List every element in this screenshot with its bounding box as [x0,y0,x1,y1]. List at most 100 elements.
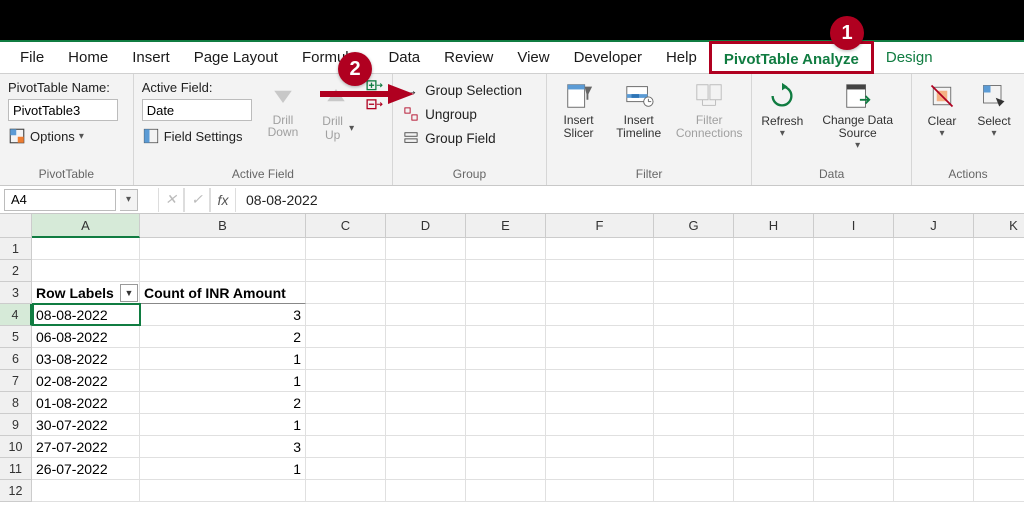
cell-G4[interactable] [654,304,734,326]
cell-A9[interactable]: 30-07-2022 [32,414,140,436]
cell-D5[interactable] [386,326,466,348]
cell-C12[interactable] [306,480,386,502]
cell-J2[interactable] [894,260,974,282]
cell-I11[interactable] [814,458,894,480]
column-header-K[interactable]: K [974,214,1024,238]
cell-D12[interactable] [386,480,466,502]
cell-F11[interactable] [546,458,654,480]
name-box-input[interactable] [4,189,116,211]
row-header-3[interactable]: 3 [0,282,32,304]
row-labels-filter-dropdown[interactable]: ▼ [120,284,138,302]
cell-H12[interactable] [734,480,814,502]
cell-F3[interactable] [546,282,654,304]
cell-I1[interactable] [814,238,894,260]
cell-C1[interactable] [306,238,386,260]
cell-A5[interactable]: 06-08-2022 [32,326,140,348]
cell-C8[interactable] [306,392,386,414]
cell-I3[interactable] [814,282,894,304]
tab-view[interactable]: View [505,42,561,73]
cell-G6[interactable] [654,348,734,370]
row-header-2[interactable]: 2 [0,260,32,282]
cell-E7[interactable] [466,370,546,392]
row-header-7[interactable]: 7 [0,370,32,392]
select-all-corner[interactable] [0,214,32,238]
column-header-B[interactable]: B [140,214,306,238]
cancel-formula-icon[interactable]: ✕ [158,188,184,212]
row-header-9[interactable]: 9 [0,414,32,436]
column-header-G[interactable]: G [654,214,734,238]
cell-K5[interactable] [974,326,1024,348]
cell-F6[interactable] [546,348,654,370]
cell-F4[interactable] [546,304,654,326]
insert-timeline-button[interactable]: Insert Timeline [610,78,667,142]
fx-icon[interactable]: fx [210,188,236,212]
cell-E12[interactable] [466,480,546,502]
cell-I6[interactable] [814,348,894,370]
row-header-11[interactable]: 11 [0,458,32,480]
cell-G5[interactable] [654,326,734,348]
cell-D2[interactable] [386,260,466,282]
column-header-I[interactable]: I [814,214,894,238]
cell-D7[interactable] [386,370,466,392]
cell-J4[interactable] [894,304,974,326]
clear-button[interactable]: Clear ▾ [920,78,964,141]
cell-A1[interactable] [32,238,140,260]
row-header-4[interactable]: 4 [0,304,32,326]
cell-A8[interactable]: 01-08-2022 [32,392,140,414]
cell-B2[interactable] [140,260,306,282]
filter-connections-button[interactable]: Filter Connections [675,78,743,142]
cell-F10[interactable] [546,436,654,458]
cell-B4[interactable]: 3 [140,304,306,326]
row-header-6[interactable]: 6 [0,348,32,370]
cell-G2[interactable] [654,260,734,282]
cell-F5[interactable] [546,326,654,348]
column-header-D[interactable]: D [386,214,466,238]
tab-design[interactable]: Design [874,42,945,73]
tab-insert[interactable]: Insert [120,42,182,73]
cell-I2[interactable] [814,260,894,282]
column-header-E[interactable]: E [466,214,546,238]
cell-E11[interactable] [466,458,546,480]
cell-G3[interactable] [654,282,734,304]
cell-D4[interactable] [386,304,466,326]
cell-H9[interactable] [734,414,814,436]
cell-J5[interactable] [894,326,974,348]
cell-A2[interactable] [32,260,140,282]
cell-J9[interactable] [894,414,974,436]
cell-G1[interactable] [654,238,734,260]
cell-C11[interactable] [306,458,386,480]
cell-E1[interactable] [466,238,546,260]
cell-A6[interactable]: 03-08-2022 [32,348,140,370]
cell-H11[interactable] [734,458,814,480]
cell-I10[interactable] [814,436,894,458]
cell-B8[interactable]: 2 [140,392,306,414]
cell-K1[interactable] [974,238,1024,260]
tab-developer[interactable]: Developer [562,42,654,73]
refresh-button[interactable]: Refresh ▾ [760,78,804,141]
cell-H5[interactable] [734,326,814,348]
cell-I9[interactable] [814,414,894,436]
cell-A11[interactable]: 26-07-2022 [32,458,140,480]
cell-K6[interactable] [974,348,1024,370]
cell-G10[interactable] [654,436,734,458]
cell-H4[interactable] [734,304,814,326]
row-header-10[interactable]: 10 [0,436,32,458]
field-settings-button[interactable]: Field Settings [142,123,252,145]
cell-G11[interactable] [654,458,734,480]
cell-D8[interactable] [386,392,466,414]
cell-G9[interactable] [654,414,734,436]
tab-home[interactable]: Home [56,42,120,73]
ungroup-button[interactable]: Ungroup [401,104,524,124]
cell-F12[interactable] [546,480,654,502]
cell-A7[interactable]: 02-08-2022 [32,370,140,392]
cell-E3[interactable] [466,282,546,304]
cell-J6[interactable] [894,348,974,370]
cell-B3[interactable]: Count of INR Amount [140,282,306,304]
select-button[interactable]: Select ▾ [972,78,1016,141]
cell-F7[interactable] [546,370,654,392]
pivottable-options-button[interactable]: Options ▾ [8,123,84,145]
cell-I4[interactable] [814,304,894,326]
cell-K12[interactable] [974,480,1024,502]
cell-J12[interactable] [894,480,974,502]
column-header-J[interactable]: J [894,214,974,238]
